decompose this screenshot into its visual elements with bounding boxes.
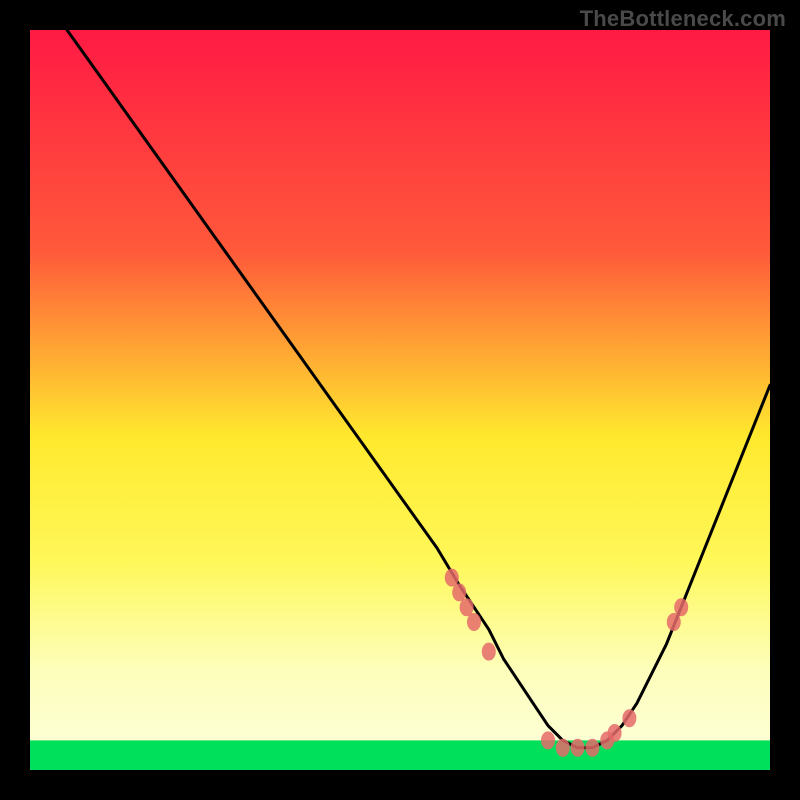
plot-area (30, 30, 770, 770)
data-marker (467, 613, 481, 631)
pale-band (30, 563, 770, 741)
data-marker (571, 739, 585, 757)
chart-svg (30, 30, 770, 770)
data-marker (667, 613, 681, 631)
data-marker (482, 643, 496, 661)
data-marker (556, 739, 570, 757)
data-marker (622, 709, 636, 727)
data-marker (585, 739, 599, 757)
green-band (30, 740, 770, 770)
watermark-text: TheBottleneck.com (580, 6, 786, 32)
data-marker (460, 598, 474, 616)
data-marker (452, 583, 466, 601)
data-marker (674, 598, 688, 616)
data-marker (608, 724, 622, 742)
data-marker (445, 569, 459, 587)
chart-frame: TheBottleneck.com (0, 0, 800, 800)
data-marker (541, 731, 555, 749)
